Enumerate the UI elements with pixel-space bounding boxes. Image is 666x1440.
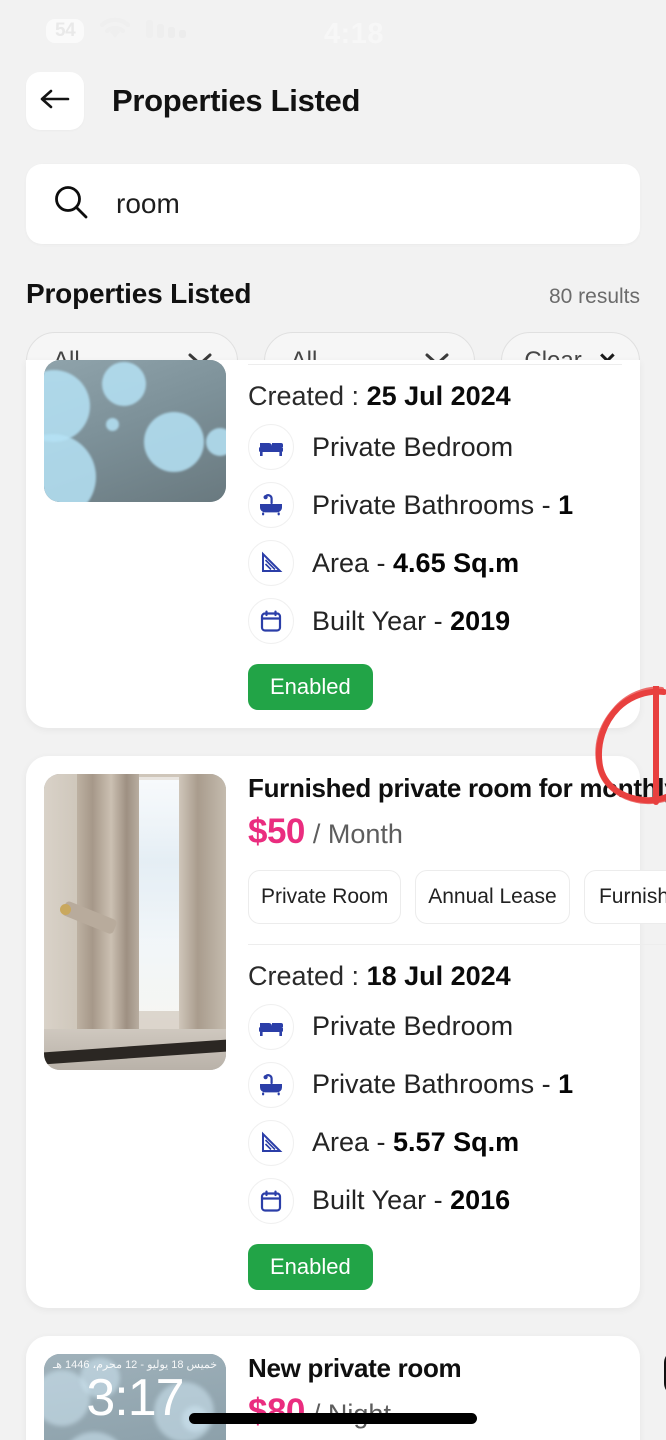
arrow-left-icon	[39, 87, 71, 116]
thumbnail-image	[44, 774, 226, 1070]
created-date: Created : 25 Jul 2024	[248, 381, 622, 412]
property-details: Furnished private room for monthly rent …	[226, 773, 666, 1290]
feature-area: Area - 4.65 Sq.m	[248, 540, 622, 586]
feature-bathrooms-value: 1	[558, 1069, 574, 1100]
feature-bedroom-text: Private Bedroom	[312, 431, 514, 462]
property-details: Created : 25 Jul 2024 Private Bedroom Pr…	[226, 360, 622, 710]
feature-area-text: Area - 4.65 Sq.m	[312, 548, 519, 579]
feature-year-label: Built Year -	[312, 1185, 451, 1216]
property-thumbnail[interactable]	[44, 774, 226, 1070]
section-header: Properties Listed 80 results	[0, 244, 666, 310]
property-price-period: / Month	[312, 818, 403, 849]
search-section: room	[0, 136, 666, 244]
search-bar[interactable]: room	[26, 164, 640, 244]
feature-year-value: 2019	[450, 605, 511, 636]
feature-bedroom: Private Bedroom	[248, 424, 622, 470]
divider	[248, 943, 666, 945]
section-title: Properties Listed	[26, 278, 252, 309]
app-header: Properties Listed	[0, 62, 666, 136]
feature-year-label: Built Year -	[312, 605, 451, 636]
property-list[interactable]: Created : 25 Jul 2024 Private Bedroom Pr…	[0, 360, 666, 1440]
results-count: 80 results	[548, 285, 640, 308]
created-label: Created :	[248, 960, 360, 991]
feature-year: Built Year - 2016	[248, 1177, 666, 1224]
created-date: Created : 18 Jul 2024	[248, 961, 666, 992]
tag-chip: Annual Lease	[415, 869, 570, 924]
search-icon	[52, 183, 90, 226]
price-row: $80 / Night	[248, 1392, 666, 1432]
property-tags: Private Room Annual Lease Furnished	[248, 869, 666, 924]
feature-area-label: Area -	[312, 547, 394, 578]
created-label: Created :	[248, 381, 360, 411]
property-price: $50	[248, 811, 305, 851]
bathtub-icon	[248, 1061, 294, 1108]
feature-bathrooms-text: Private Bathrooms - 1	[312, 490, 573, 521]
status-bar: 54 4:18	[0, 0, 666, 62]
property-details: New private room $80 / Night Private Roo…	[226, 1349, 666, 1440]
feature-bathrooms-label: Private Bathrooms -	[312, 489, 559, 520]
phone-screen: 54 4:18 Properties Listed room Propertie…	[0, 0, 666, 1440]
property-title: Furnished private room for monthly rent	[248, 773, 666, 803]
status-bar-clock: 4:18	[323, 18, 385, 50]
property-title: New private room	[248, 1352, 462, 1383]
feature-bathrooms-text: Private Bathrooms - 1	[312, 1069, 573, 1100]
status-badge: Enabled	[248, 1243, 373, 1290]
feature-bathrooms-value: 1	[558, 489, 574, 520]
feature-area-value: 4.65 Sq.m	[393, 547, 520, 578]
divider	[248, 364, 622, 365]
feature-area-label: Area -	[312, 1127, 394, 1158]
feature-bathrooms: Private Bathrooms - 1	[248, 1061, 666, 1108]
property-thumbnail[interactable]	[44, 360, 226, 502]
tag-chip: Furnished	[583, 869, 666, 924]
created-value: 18 Jul 2024	[366, 960, 511, 991]
feature-area-text: Area - 5.57 Sq.m	[312, 1127, 519, 1158]
property-card[interactable]: خميس 18 يوليو - 12 محرم، 1446 هـ 3:17 Ne…	[26, 1335, 666, 1440]
bed-icon	[248, 1003, 294, 1050]
status-badge: Enabled	[248, 664, 373, 710]
feature-bathrooms-label: Private Bathrooms -	[312, 1069, 559, 1100]
area-ruler-icon	[248, 540, 294, 586]
feature-year-text: Built Year - 2019	[312, 606, 510, 637]
price-row: $50 / Month	[248, 812, 666, 852]
calendar-icon	[248, 1177, 294, 1224]
feature-bathrooms: Private Bathrooms - 1	[248, 482, 622, 528]
feature-bedroom-text: Private Bedroom	[312, 1011, 514, 1042]
feature-bedroom: Private Bedroom	[248, 1003, 666, 1050]
home-indicator	[189, 1413, 477, 1424]
feature-year: Built Year - 2019	[248, 598, 622, 644]
back-button[interactable]	[26, 72, 84, 130]
feature-area: Area - 5.57 Sq.m	[248, 1119, 666, 1166]
property-price: $80	[248, 1391, 305, 1431]
tag-chip: Private Room	[248, 869, 402, 924]
property-thumbnail[interactable]: خميس 18 يوليو - 12 محرم، 1446 هـ 3:17	[44, 1353, 226, 1440]
search-input[interactable]: room	[116, 188, 180, 220]
feature-year-value: 2016	[450, 1185, 511, 1216]
property-card[interactable]: Furnished private room for monthly rent …	[26, 756, 666, 1308]
feature-year-text: Built Year - 2016	[312, 1185, 510, 1216]
area-ruler-icon	[248, 1119, 294, 1166]
bed-icon	[248, 424, 294, 470]
calendar-icon	[248, 598, 294, 644]
page-title: Properties Listed	[112, 83, 361, 118]
created-value: 25 Jul 2024	[366, 381, 511, 411]
feature-area-value: 5.57 Sq.m	[393, 1127, 520, 1158]
property-card[interactable]: Created : 25 Jul 2024 Private Bedroom Pr…	[26, 360, 640, 728]
bathtub-icon	[248, 482, 294, 528]
